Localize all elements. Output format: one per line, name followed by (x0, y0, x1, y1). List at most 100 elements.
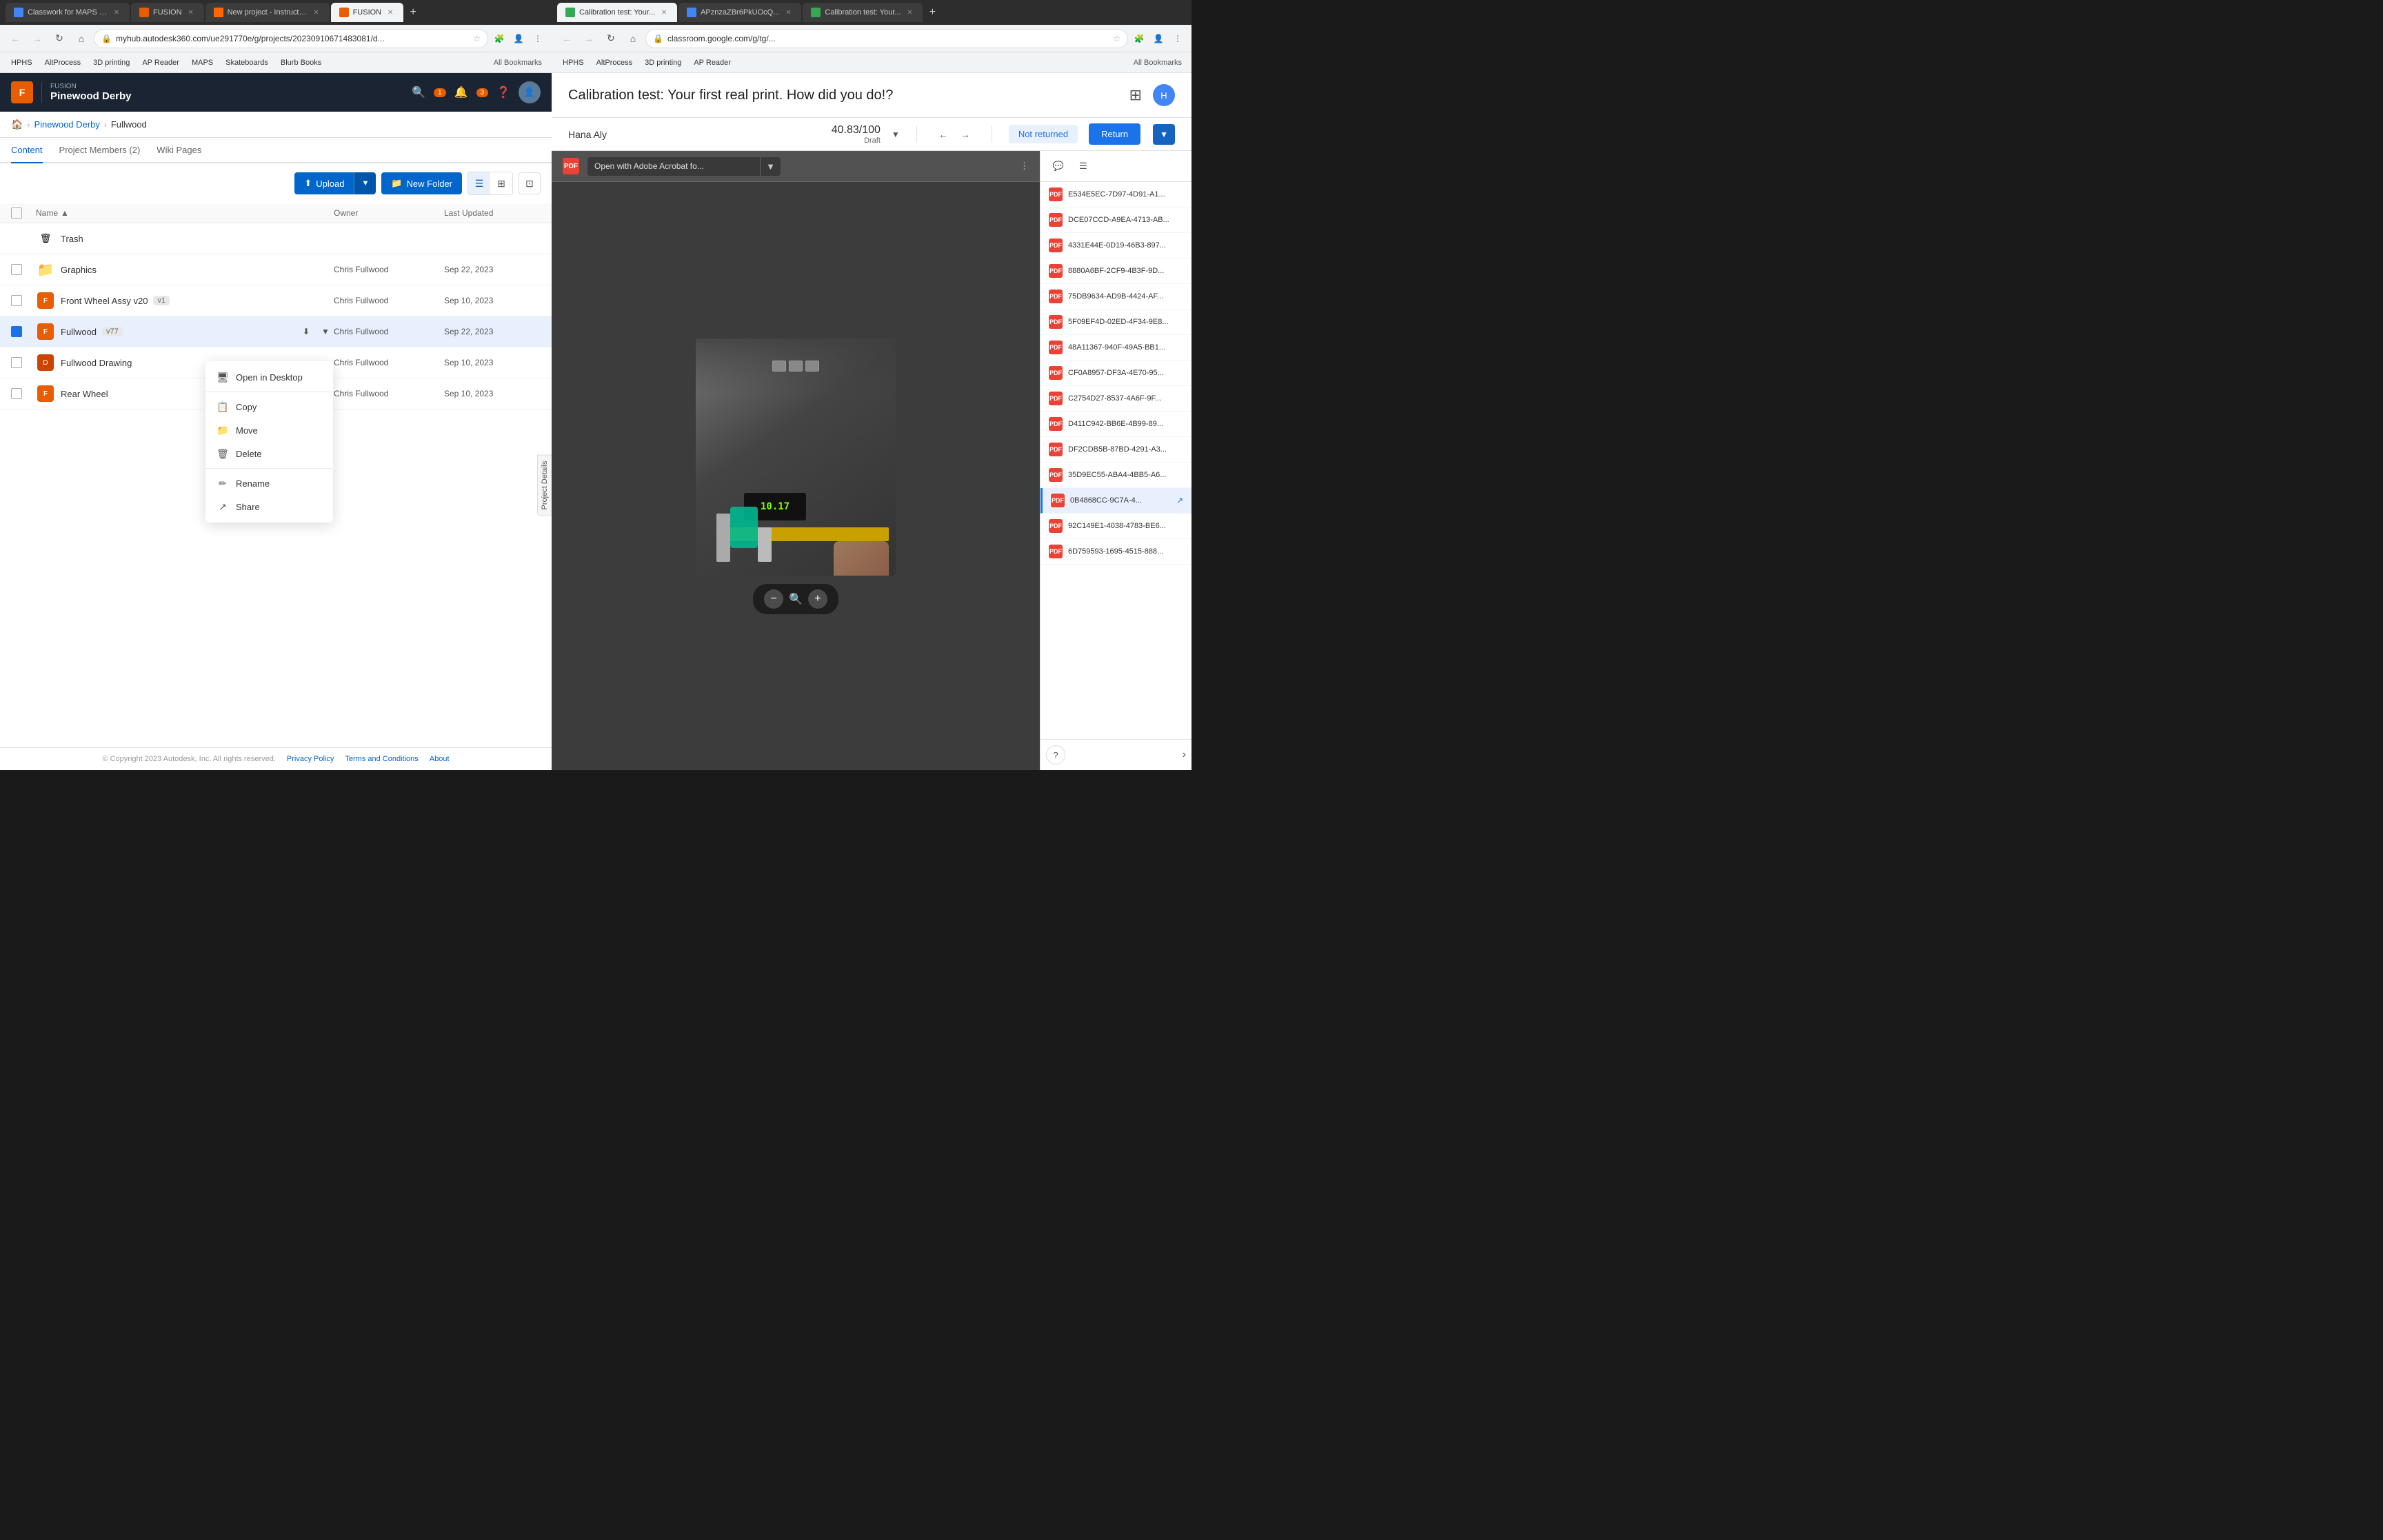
profile-icon[interactable]: 👤 (510, 30, 527, 47)
submission-item-8[interactable]: PDF CF0A8957-DF3A-4E70-95... (1040, 361, 1192, 386)
return-button[interactable]: Return (1089, 123, 1140, 145)
bookmark-skateboards[interactable]: Skateboards (220, 57, 274, 68)
return-dropdown-button[interactable]: ▼ (1153, 124, 1175, 145)
rearwheel-name-text[interactable]: Rear Wheel (61, 389, 108, 399)
submission-item-13[interactable]: PDF 0B4868CC-9C7A-4... ↗ (1040, 488, 1192, 514)
reload-button[interactable]: ↻ (50, 29, 69, 48)
pdf-open-dropdown[interactable]: Open with Adobe Acrobat fo... ▼ (587, 157, 781, 176)
list-icon-button[interactable]: ☰ (1074, 156, 1093, 176)
footer-about-link[interactable]: About (430, 755, 450, 763)
file-row-fullwood[interactable]: F Fullwood v77 ⬇ ▼ Chris Fullwood Sep 22… (0, 316, 552, 347)
ctx-rename[interactable]: ✏ Rename (205, 472, 333, 495)
project-details-tab[interactable]: Project Details (537, 455, 552, 516)
bookmarks-more-left[interactable]: All Bookmarks (490, 57, 546, 68)
help-button[interactable]: ? (1046, 745, 1065, 764)
zoom-in-button[interactable]: + (808, 589, 827, 609)
right-bookmark-3dprinting[interactable]: 3D printing (639, 57, 687, 68)
ctx-copy[interactable]: 📋 Copy (205, 395, 333, 418)
right-bookmarks-more[interactable]: All Bookmarks (1129, 57, 1186, 68)
submission-item-7[interactable]: PDF 48A11367-940F-49A5-BB1... (1040, 335, 1192, 361)
right-menu-icon[interactable]: ⋮ (1169, 30, 1186, 47)
submission-item-9[interactable]: PDF C2754D27-8537-4A6F-9F... (1040, 386, 1192, 412)
ctx-delete[interactable]: 🗑 Delete (205, 442, 333, 465)
submission-item-3[interactable]: PDF 4331E44E-0D19-46B3-897... (1040, 233, 1192, 259)
right-forward-button[interactable]: → (579, 29, 599, 48)
right-bookmark-apreader[interactable]: AP Reader (688, 57, 736, 68)
right-bookmark-hphs[interactable]: HPHS (557, 57, 590, 68)
file-row-graphics[interactable]: 📁 Graphics Chris Fullwood Sep 22, 2023 (0, 254, 552, 285)
tab-project-members[interactable]: Project Members (2) (59, 138, 141, 163)
submission-item-6[interactable]: PDF 5F09EF4D-02ED-4F34-9E8... (1040, 310, 1192, 335)
user-avatar[interactable]: 👤 (519, 81, 541, 103)
bookmark-apreader[interactable]: AP Reader (137, 57, 185, 68)
prev-student-button[interactable]: ← (934, 125, 953, 144)
submission-item-14[interactable]: PDF 92C149E1-4038-4783-BE6... (1040, 514, 1192, 539)
rearwheel-checkbox[interactable] (11, 388, 22, 399)
home-button[interactable]: ⌂ (72, 29, 91, 48)
right-tab-cal1-close[interactable]: ✕ (659, 8, 669, 17)
zoom-out-button[interactable]: − (764, 589, 783, 609)
graphics-name-text[interactable]: Graphics (61, 265, 97, 275)
new-folder-button[interactable]: 📁 New Folder (381, 172, 462, 194)
right-back-button[interactable]: ← (557, 29, 576, 48)
submission-item-4[interactable]: PDF 8880A6BF-2CF9-4B3F-9D... (1040, 259, 1192, 284)
submission-item-10[interactable]: PDF D411C942-BB6E-4B99-89... (1040, 412, 1192, 437)
bell-icon[interactable]: 🔔 (454, 85, 468, 99)
menu-icon[interactable]: ⋮ (530, 30, 546, 47)
star-icon[interactable]: ☆ (473, 34, 481, 43)
fullwood-download-button[interactable]: ⬇ (298, 323, 314, 340)
tab-fusion1[interactable]: FUSION ✕ (131, 3, 204, 22)
upload-button[interactable]: ⬆ Upload (294, 172, 354, 194)
bookmark-maps[interactable]: MAPS (186, 57, 219, 68)
fullwood-more-button[interactable]: ▼ (317, 323, 334, 340)
right-tab-ap-close[interactable]: ✕ (783, 8, 793, 17)
submission-item-1[interactable]: PDF E534E5EC-7D97-4D91-A1... (1040, 182, 1192, 207)
ctx-share[interactable]: ↗ Share (205, 495, 333, 518)
file-row-trash[interactable]: 🗑 Trash (0, 223, 552, 254)
right-reload-button[interactable]: ↻ (601, 29, 621, 48)
search-icon[interactable]: 🔍 (412, 85, 425, 99)
submission-item-15[interactable]: PDF 6D759593-1695-4515-888... (1040, 539, 1192, 565)
bookmark-altprocess[interactable]: AltProcess (39, 57, 87, 68)
list-view-button[interactable]: ☰ (468, 172, 490, 194)
right-address-bar[interactable]: 🔒 classroom.google.com/g/tg/... ☆ (645, 29, 1128, 48)
right-tab-cal1[interactable]: Calibration test: Your... ✕ (557, 3, 677, 22)
sidebar-toggle-button[interactable]: ⊡ (519, 172, 541, 194)
right-profile-icon[interactable]: 👤 (1150, 30, 1167, 47)
classroom-grid-icon[interactable]: ⊞ (1129, 86, 1142, 104)
frontwheel-checkbox[interactable] (11, 295, 22, 306)
right-new-tab-button[interactable]: + (924, 4, 941, 21)
tab-instructables[interactable]: New project - Instructables ✕ (205, 3, 330, 22)
tab-fusion2-close[interactable]: ✕ (385, 8, 395, 17)
fullwood-name-text[interactable]: Fullwood (61, 327, 97, 337)
right-extensions-icon[interactable]: 🧩 (1131, 30, 1147, 47)
drawing-name-text[interactable]: Fullwood Drawing (61, 358, 132, 368)
bookmark-3dprinting[interactable]: 3D printing (88, 57, 135, 68)
breadcrumb-home-icon[interactable]: 🏠 (11, 119, 23, 130)
ctx-move[interactable]: 📁 Move (205, 418, 333, 442)
grid-view-button[interactable]: ⊞ (490, 172, 512, 194)
breadcrumb-project-link[interactable]: Pinewood Derby (34, 119, 99, 130)
drawing-checkbox[interactable] (11, 357, 22, 368)
back-button[interactable]: ← (6, 29, 25, 48)
footer-privacy-link[interactable]: Privacy Policy (287, 755, 334, 763)
right-star-icon[interactable]: ☆ (1113, 34, 1120, 43)
tab-classwork-close[interactable]: ✕ (112, 8, 121, 17)
name-column-header[interactable]: Name ▲ (36, 208, 334, 218)
submission-item-11[interactable]: PDF DF2CDB5B-87BD-4291-A3... (1040, 437, 1192, 463)
bookmark-hphs[interactable]: HPHS (6, 57, 38, 68)
submission-item-12[interactable]: PDF 35D9EC55-ABA4-4BB5-A6... (1040, 463, 1192, 488)
tab-classwork[interactable]: Classwork for MAPS Engi... ✕ (6, 3, 130, 22)
upload-dropdown-button[interactable]: ▼ (354, 172, 376, 194)
tab-fusion1-close[interactable]: ✕ (186, 8, 196, 17)
tab-fusion2[interactable]: FUSION ✕ (331, 3, 404, 22)
next-student-button[interactable]: → (956, 125, 975, 144)
right-tab-ap[interactable]: APznzaZBr6PkUOcQ... ✕ (678, 3, 801, 22)
graphics-checkbox[interactable] (11, 264, 22, 275)
right-bookmark-altprocess[interactable]: AltProcess (591, 57, 639, 68)
sub-link-icon-13[interactable]: ↗ (1176, 496, 1183, 505)
score-dropdown-arrow[interactable]: ▼ (892, 130, 900, 139)
select-all-checkbox[interactable] (11, 207, 22, 219)
submission-item-5[interactable]: PDF 75DB9634-AD9B-4424-AF... (1040, 284, 1192, 310)
tab-instructables-close[interactable]: ✕ (312, 8, 321, 17)
